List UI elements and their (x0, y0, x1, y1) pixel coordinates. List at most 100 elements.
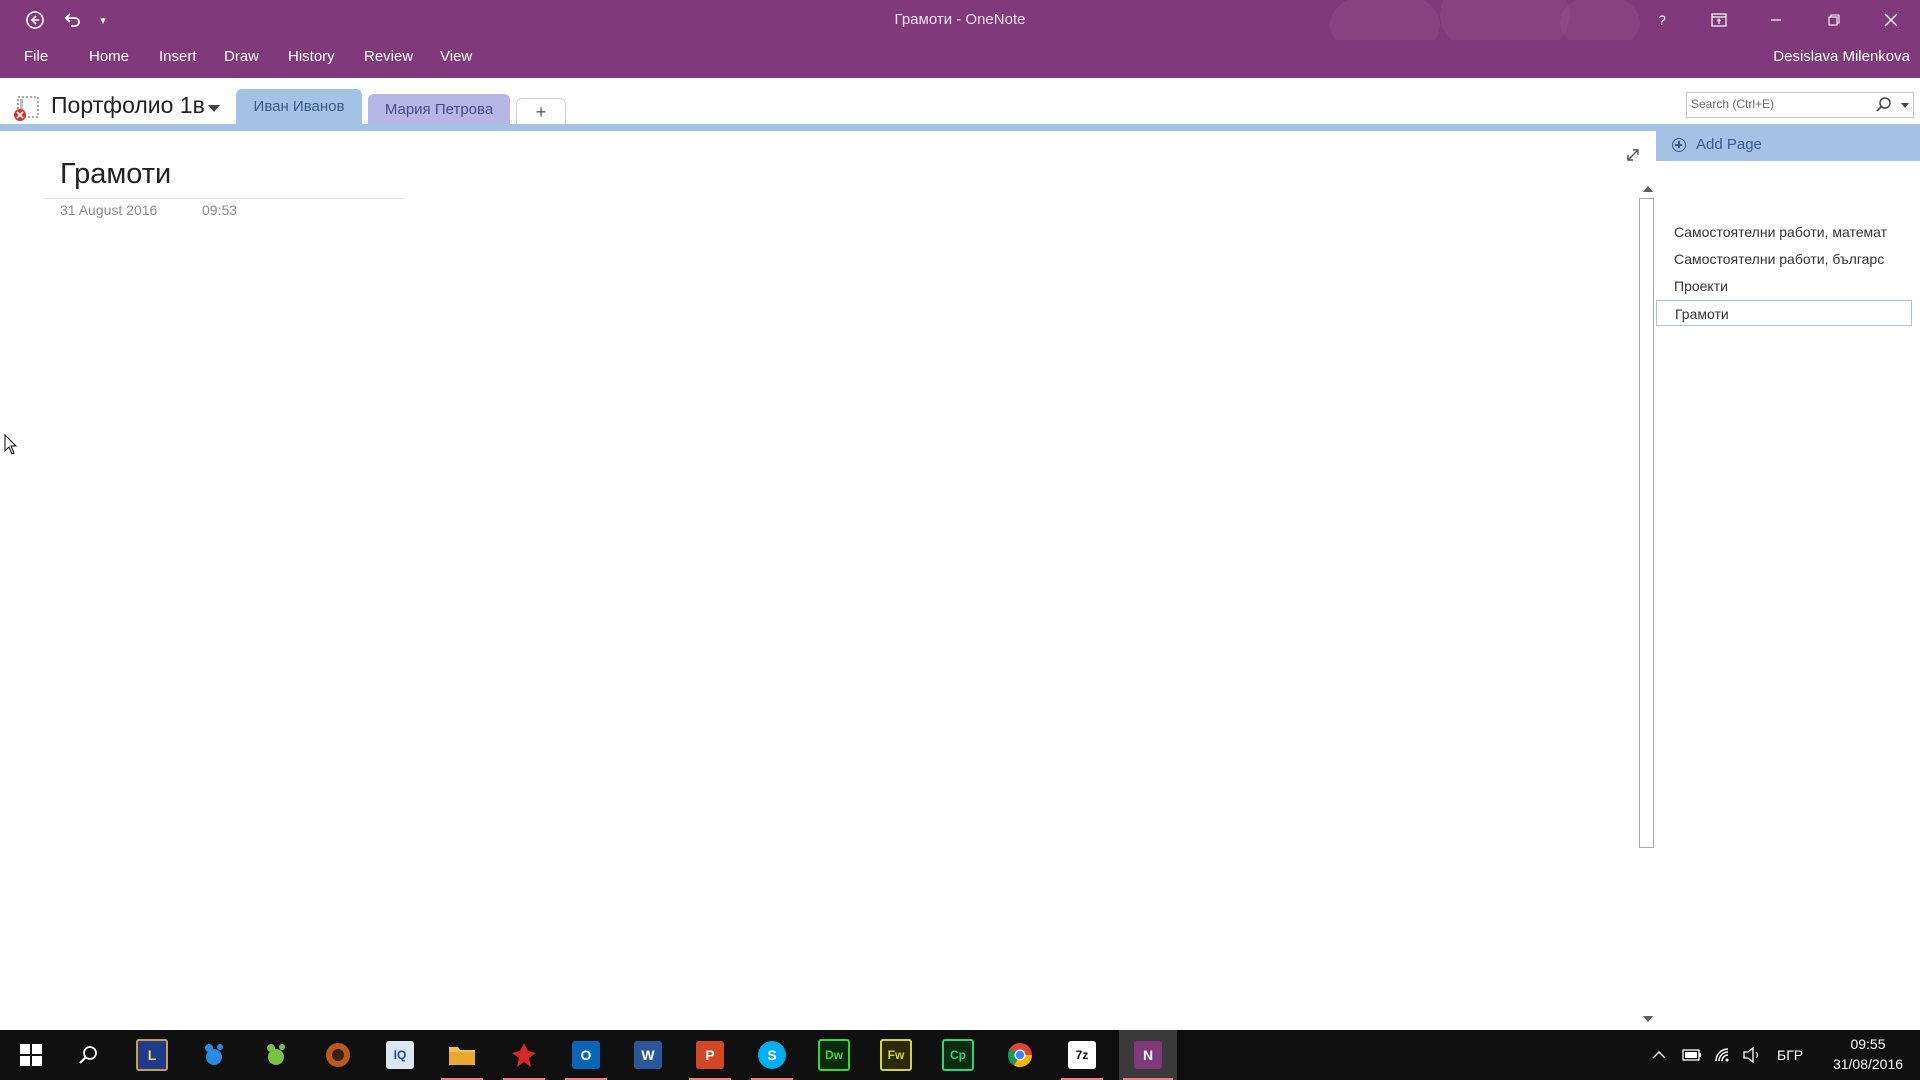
minimize-button[interactable] (1750, 0, 1802, 40)
section-tab-mariya-petrova[interactable]: Мария Петрова (368, 94, 510, 124)
close-icon (1884, 13, 1898, 27)
taskbar-app-bird-red[interactable] (499, 1030, 549, 1080)
section-tab-label: Иван Иванов (253, 98, 345, 115)
start-button[interactable] (6, 1030, 56, 1080)
page-canvas[interactable]: Грамоти 31 August 2016 09:53 (0, 131, 1638, 1030)
restore-button[interactable] (1808, 0, 1860, 40)
search-input[interactable]: Search (Ctrl+E) (1686, 92, 1914, 118)
tab-view[interactable]: View (440, 48, 472, 65)
user-account[interactable]: Desislava Milenkova (1773, 48, 1910, 65)
outlook-icon: O (572, 1041, 600, 1069)
clock-date: 31/08/2016 (1832, 1056, 1904, 1072)
7zip-icon: 7z (1068, 1041, 1096, 1069)
page-list-pane: Add Page Самостоятелни работи, математ С… (1656, 131, 1920, 1030)
add-page-icon (1672, 138, 1686, 152)
chrome-icon (1007, 1043, 1032, 1068)
section-color-strip (0, 124, 1920, 131)
taskbar-app-game[interactable] (313, 1030, 363, 1080)
tab-insert[interactable]: Insert (159, 48, 197, 65)
taskbar: L IQ O W P S Dw Fw Cp 7z N БГР 09:55 31/… (0, 1030, 1920, 1080)
dreamweaver-icon: Dw (818, 1039, 850, 1071)
chevron-up-icon (1652, 1050, 1666, 1059)
taskbar-app-league[interactable]: L (127, 1030, 177, 1080)
taskbar-app-powerpoint[interactable]: P (685, 1030, 735, 1080)
mouse-cursor-icon (4, 434, 18, 455)
taskbar-app-onenote[interactable]: N (1119, 1030, 1177, 1080)
taskbar-app-file-explorer[interactable] (437, 1030, 487, 1080)
tab-review[interactable]: Review (364, 48, 413, 65)
title-divider (44, 198, 404, 199)
onenote-icon: N (1134, 1041, 1162, 1069)
ribbon-display-icon (1711, 13, 1727, 27)
captivate-icon: Cp (942, 1039, 974, 1071)
page-time: 09:53 (202, 202, 238, 218)
taskbar-app-smiley[interactable] (251, 1030, 301, 1080)
taskbar-app-captivate[interactable]: Cp (933, 1030, 983, 1080)
section-tab-ivan-ivanov[interactable]: Иван Иванов (236, 89, 362, 124)
notebook-sync-error-icon (14, 96, 39, 121)
skype-icon: S (758, 1041, 786, 1069)
taskbar-clock[interactable]: 09:55 31/08/2016 (1822, 1034, 1914, 1074)
page-item[interactable]: Самостоятелни работи, българс (1656, 246, 1912, 272)
search-placeholder: Search (Ctrl+E) (1691, 97, 1775, 111)
language-indicator[interactable]: БГР (1777, 1030, 1803, 1080)
league-icon: L (136, 1039, 168, 1071)
battery-button[interactable] (1682, 1030, 1702, 1080)
page-title[interactable]: Грамоти (60, 158, 171, 191)
page-vertical-scrollbar[interactable] (1638, 180, 1656, 1028)
restore-icon (1828, 14, 1840, 26)
search-scope-dropdown-icon[interactable] (1901, 103, 1909, 108)
scrollbar-thumb[interactable] (1639, 198, 1654, 848)
taskbar-app-7zip[interactable]: 7z (1057, 1030, 1107, 1080)
taskbar-app-iq[interactable]: IQ (375, 1030, 425, 1080)
page-date: 31 August 2016 (60, 202, 158, 218)
speaker-icon (1743, 1047, 1759, 1063)
taskbar-app-skype[interactable]: S (747, 1030, 797, 1080)
notebook-dropdown-icon[interactable] (208, 105, 220, 112)
plus-icon: + (535, 101, 547, 122)
smiley-icon (267, 1044, 285, 1065)
title-bar: ▾ Грамоти - OneNote ? (0, 0, 1920, 40)
taskbar-search-button[interactable] (63, 1030, 113, 1080)
taskbar-app-bird[interactable] (189, 1030, 239, 1080)
clock-time: 09:55 (1850, 1036, 1886, 1052)
scroll-down-arrow-icon[interactable] (1643, 1016, 1653, 1022)
file-explorer-icon (449, 1047, 475, 1065)
close-button[interactable] (1865, 0, 1917, 40)
page-item[interactable]: Самостоятелни работи, математ (1656, 219, 1912, 245)
ribbon-tabs: File Home Insert Draw History Review Vie… (0, 40, 1920, 78)
taskbar-app-dreamweaver[interactable]: Dw (809, 1030, 859, 1080)
show-hidden-icons-button[interactable] (1652, 1030, 1666, 1080)
word-icon: W (634, 1041, 662, 1069)
ribbon-display-options-button[interactable] (1693, 0, 1745, 40)
search-icon[interactable] (1875, 96, 1893, 114)
taskbar-app-word[interactable]: W (623, 1030, 673, 1080)
full-page-view-icon[interactable] (1624, 146, 1642, 164)
add-section-button[interactable]: + (516, 98, 566, 125)
help-button[interactable]: ? (1636, 0, 1688, 40)
taskbar-app-fireworks[interactable]: Fw (871, 1030, 921, 1080)
battery-icon (1682, 1049, 1701, 1061)
iq-icon: IQ (386, 1041, 414, 1069)
tab-draw[interactable]: Draw (224, 48, 259, 65)
notebook-bar: Портфолио 1в Иван Иванов Мария Петрова + (0, 78, 1920, 125)
search-icon (79, 1046, 97, 1064)
volume-button[interactable] (1742, 1030, 1762, 1080)
tab-history[interactable]: History (288, 48, 335, 65)
fireworks-icon: Fw (880, 1039, 912, 1071)
taskbar-app-chrome[interactable] (995, 1030, 1045, 1080)
window-title: Грамоти - OneNote (894, 11, 1026, 28)
add-page-button[interactable]: Add Page (1656, 131, 1920, 161)
page-list: Самостоятелни работи, математ Самостояте… (1656, 161, 1920, 1030)
help-icon: ? (1658, 12, 1666, 28)
bird-icon (205, 1044, 223, 1065)
notebook-name[interactable]: Портфолио 1в (51, 92, 205, 119)
page-item-selected[interactable]: Грамоти (1656, 300, 1912, 326)
wifi-icon (1715, 1048, 1729, 1062)
tab-home[interactable]: Home (89, 48, 129, 65)
tab-file[interactable]: File (24, 48, 48, 65)
network-button[interactable] (1714, 1030, 1734, 1080)
taskbar-app-outlook[interactable]: O (561, 1030, 611, 1080)
page-item[interactable]: Проекти (1656, 273, 1912, 299)
scroll-up-arrow-icon[interactable] (1643, 186, 1653, 192)
